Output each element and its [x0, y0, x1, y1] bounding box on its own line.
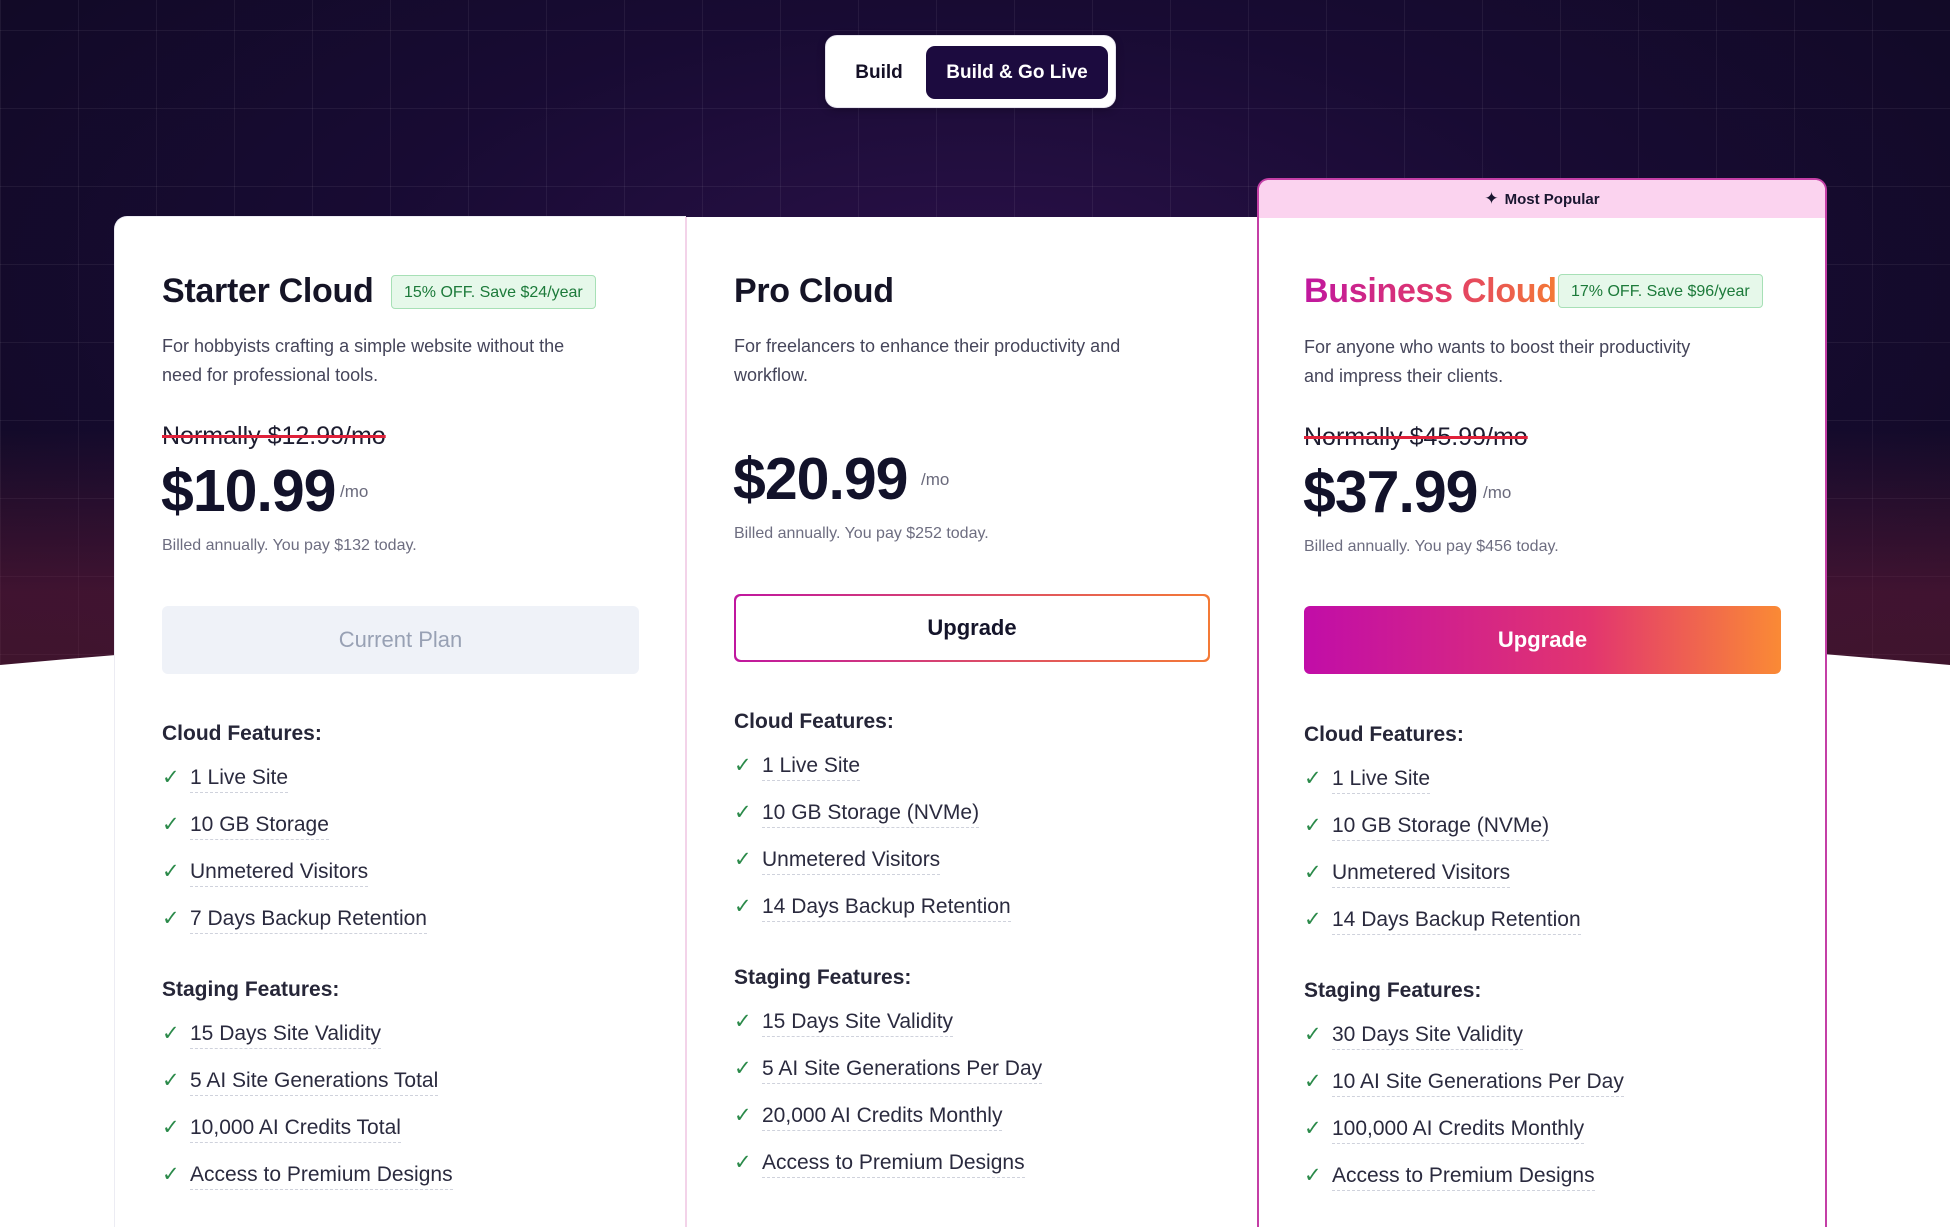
check-icon: ✓ — [734, 1010, 752, 1033]
feature-item: ✓ Access to Premium Designs — [1304, 1163, 1595, 1193]
plan-description: For freelancers to enhance their product… — [734, 336, 1121, 385]
feature-item: ✓ 30 Days Site Validity — [1304, 1022, 1524, 1052]
current-plan-button[interactable]: Current Plan — [162, 606, 639, 674]
feature-item: ✓ 14 Days Backup Retention — [734, 894, 1011, 924]
feature-item: ✓ 10 GB Storage (NVMe) — [734, 800, 980, 830]
feature-item: ✓ 1 Live Site — [1304, 766, 1431, 796]
check-icon: ✓ — [1304, 908, 1322, 931]
billing-note: Billed annually. You pay $252 today. — [734, 525, 989, 542]
billing-note: Billed annually. You pay $456 today. — [1304, 538, 1559, 555]
feature-item: ✓ 20,000 AI Credits Monthly — [734, 1103, 1003, 1133]
billing-note: Billed annually. You pay $132 today. — [162, 537, 417, 554]
staging-features-heading: Staging Features: — [162, 978, 340, 1001]
upgrade-button[interactable]: Upgrade — [1304, 606, 1781, 674]
check-icon: ✓ — [734, 801, 752, 824]
feature-item: ✓ 15 Days Site Validity — [734, 1009, 954, 1039]
check-icon: ✓ — [1304, 1070, 1322, 1093]
plan-card-business: ✦ Most Popular Business Cloud 17% OFF. Sa… — [1257, 178, 1827, 1227]
check-icon: ✓ — [1304, 1164, 1322, 1187]
feature-item: ✓ 1 Live Site — [734, 753, 861, 783]
feature-item: ✓ Unmetered Visitors — [1304, 860, 1511, 890]
feature-item: ✓ 10,000 AI Credits Total — [162, 1115, 401, 1145]
toggle-build[interactable]: Build — [838, 46, 920, 99]
check-icon: ✓ — [734, 1104, 752, 1127]
feature-item: ✓ 5 AI Site Generations Per Day — [734, 1056, 1043, 1086]
cloud-features-heading: Cloud Features: — [1304, 723, 1464, 746]
check-icon: ✓ — [734, 895, 752, 918]
plan-card-starter: Starter Cloud 15% OFF. Save $24/year For… — [115, 217, 685, 1227]
price: $20.99 — [733, 446, 908, 512]
check-icon: ✓ — [734, 1057, 752, 1080]
feature-item: ✓ 10 AI Site Generations Per Day — [1304, 1069, 1624, 1099]
feature-item: ✓ 1 Live Site — [162, 765, 289, 795]
check-icon: ✓ — [1304, 861, 1322, 884]
check-icon: ✓ — [162, 813, 180, 836]
feature-item: ✓ 14 Days Backup Retention — [1304, 907, 1581, 937]
discount-badge: 17% OFF. Save $96/year — [1558, 274, 1763, 308]
feature-item: ✓ Unmetered Visitors — [734, 847, 941, 877]
check-icon: ✓ — [734, 754, 752, 777]
toggle-build-go-live[interactable]: Build & Go Live — [926, 46, 1108, 99]
cloud-features-heading: Cloud Features: — [734, 710, 894, 733]
feature-item: ✓ Access to Premium Designs — [734, 1150, 1025, 1180]
sparkle-icon: ✦ — [1484, 189, 1499, 208]
plan-description: For hobbyists crafting a simple website … — [162, 336, 565, 385]
check-icon: ✓ — [162, 1022, 180, 1045]
check-icon: ✓ — [1304, 1117, 1322, 1140]
check-icon: ✓ — [734, 848, 752, 871]
plan-title: Starter Cloud — [162, 272, 374, 310]
check-icon: ✓ — [1304, 1023, 1322, 1046]
price-period: /mo — [340, 482, 369, 501]
normal-price: Normally $45.99/mo — [1304, 423, 1528, 451]
price: $37.99 — [1303, 459, 1478, 525]
feature-item: ✓ 10 GB Storage — [162, 812, 329, 842]
check-icon: ✓ — [1304, 767, 1322, 790]
feature-item: ✓ 5 AI Site Generations Total — [162, 1068, 439, 1098]
price-period: /mo — [921, 470, 950, 489]
staging-features-heading: Staging Features: — [734, 966, 912, 989]
feature-item: ✓ Unmetered Visitors — [162, 859, 369, 889]
check-icon: ✓ — [162, 860, 180, 883]
normal-price: Normally $12.99/mo — [162, 422, 386, 450]
plan-title: Pro Cloud — [734, 272, 894, 310]
plan-description: For anyone who wants to boost their prod… — [1304, 337, 1691, 386]
check-icon: ✓ — [162, 1116, 180, 1139]
feature-item: ✓ 10 GB Storage (NVMe) — [1304, 813, 1550, 843]
check-icon: ✓ — [162, 907, 180, 930]
check-icon: ✓ — [1304, 814, 1322, 837]
upgrade-button[interactable]: Upgrade — [734, 594, 1210, 662]
cloud-features-heading: Cloud Features: — [162, 722, 322, 745]
plan-title: Business Cloud — [1304, 272, 1557, 310]
feature-item: ✓ 100,000 AI Credits Monthly — [1304, 1116, 1585, 1146]
discount-badge: 15% OFF. Save $24/year — [391, 275, 596, 309]
check-icon: ✓ — [734, 1151, 752, 1174]
price-period: /mo — [1483, 483, 1512, 502]
check-icon: ✓ — [162, 766, 180, 789]
plan-card-pro: Pro Cloud For freelancers to enhance the… — [685, 217, 1257, 1227]
check-icon: ✓ — [162, 1163, 180, 1186]
feature-item: ✓ 7 Days Backup Retention — [162, 906, 427, 936]
most-popular-ribbon: ✦ Most Popular — [1259, 180, 1825, 218]
staging-features-heading: Staging Features: — [1304, 979, 1482, 1002]
plan-type-toggle: Build Build & Go Live — [825, 35, 1116, 108]
feature-item: ✓ Access to Premium Designs — [162, 1162, 453, 1192]
price: $10.99 — [161, 458, 336, 524]
feature-item: ✓ 15 Days Site Validity — [162, 1021, 382, 1051]
check-icon: ✓ — [162, 1069, 180, 1092]
